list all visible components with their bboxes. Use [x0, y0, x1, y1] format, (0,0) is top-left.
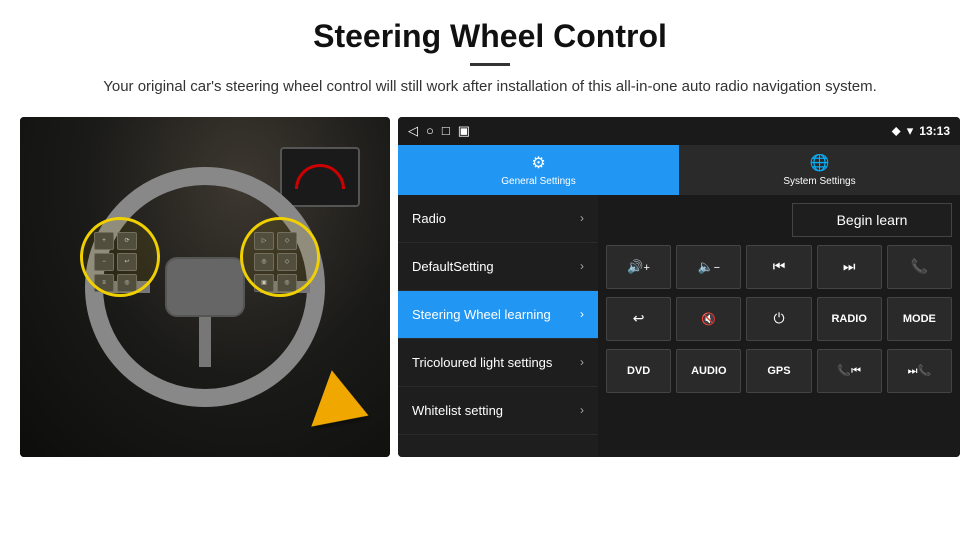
page-header: Steering Wheel Control Your original car…	[0, 0, 980, 109]
mode-button[interactable]: MODE	[887, 297, 952, 341]
power-button[interactable]: ⏻	[746, 297, 811, 341]
steering-wheel-hub	[165, 257, 245, 317]
phone-answer-button[interactable]: 📞	[887, 245, 952, 289]
begin-learn-row: Begin learn	[606, 203, 952, 237]
menu-item-default[interactable]: DefaultSetting ›	[398, 243, 598, 291]
audio-button[interactable]: AUDIO	[676, 349, 741, 393]
vol-up-button[interactable]: 🔊+	[606, 245, 671, 289]
vol-down-button[interactable]: 🔈−	[676, 245, 741, 289]
radio-text-button[interactable]: RADIO	[817, 297, 882, 341]
page-title: Steering Wheel Control	[40, 18, 940, 55]
tab-bar: ⚙ General Settings 🌐 System Settings	[398, 145, 960, 195]
general-settings-icon: ⚙	[531, 153, 545, 173]
tab-system-settings[interactable]: 🌐 System Settings	[679, 145, 960, 195]
arrow-shape	[311, 370, 379, 443]
control-buttons-row1: 🔊+ 🔈− ⏮ ⏭ 📞	[606, 245, 952, 289]
tab-system-label: System Settings	[783, 176, 855, 187]
android-panel: ◁ ○ □ ▣ ⬥ ▾ 13:13 ⚙ General Settings	[398, 117, 960, 457]
audio-label: AUDIO	[691, 365, 726, 377]
begin-learn-button[interactable]: Begin learn	[792, 203, 952, 237]
mute-button[interactable]: 🔇	[676, 297, 741, 341]
menu-tricolour-label: Tricoloured light settings	[412, 355, 552, 370]
dvd-button[interactable]: DVD	[606, 349, 671, 393]
mode-label: MODE	[903, 313, 936, 325]
steering-wheel-panel: + ⟳ − ↩ ≡ ◎ ▷ ◇ ◎ ◇ ▣ ◎	[20, 117, 390, 457]
header-divider	[470, 63, 510, 66]
settings-menu: Radio › DefaultSetting › Steering Wheel …	[398, 195, 598, 457]
menu-item-whitelist[interactable]: Whitelist setting ›	[398, 387, 598, 435]
menu-whitelist-label: Whitelist setting	[412, 403, 503, 418]
status-bar-nav-icons: ◁ ○ □ ▣	[408, 123, 470, 139]
hang-up-icon: ↩	[633, 310, 645, 327]
screenshot-icon: ▣	[458, 123, 470, 139]
highlight-left	[80, 217, 160, 297]
menu-steering-label: Steering Wheel learning	[412, 307, 551, 322]
home-icon: ○	[426, 123, 434, 138]
tel-next-button[interactable]: ⏭📞	[887, 349, 952, 393]
tel-next-icon: ⏭📞	[908, 364, 932, 378]
vol-up-icon: 🔊+	[627, 259, 650, 275]
menu-radio-label: Radio	[412, 211, 446, 226]
page-wrapper: Steering Wheel Control Your original car…	[0, 0, 980, 457]
status-time: 13:13	[919, 124, 950, 138]
recents-icon: □	[442, 123, 450, 138]
control-buttons-row2: ↩ 🔇 ⏻ RADIO MODE	[606, 297, 952, 341]
settings-right-panel: Begin learn 🔊+ 🔈− ⏮	[598, 195, 960, 457]
content-area: + ⟳ − ↩ ≡ ◎ ▷ ◇ ◎ ◇ ▣ ◎	[20, 117, 960, 457]
power-icon: ⏻	[773, 310, 784, 327]
tab-general-label: General Settings	[501, 176, 576, 187]
gauge-hint	[280, 147, 360, 207]
arrow-indicator	[320, 377, 370, 437]
gps-label: GPS	[767, 365, 790, 377]
radio-text-label: RADIO	[831, 313, 866, 325]
gauge-arc	[295, 164, 345, 189]
dvd-label: DVD	[627, 365, 650, 377]
next-track-icon: ⏭	[843, 258, 856, 275]
wifi-icon: ▾	[907, 123, 914, 139]
gps-button[interactable]: GPS	[746, 349, 811, 393]
menu-default-label: DefaultSetting	[412, 259, 494, 274]
menu-whitelist-chevron: ›	[580, 403, 584, 417]
tel-prev-icon: 📞⏮	[837, 364, 861, 378]
system-settings-icon: 🌐	[810, 153, 830, 173]
menu-item-radio[interactable]: Radio ›	[398, 195, 598, 243]
back-icon: ◁	[408, 123, 418, 139]
highlight-right	[240, 217, 320, 297]
menu-item-tricolour[interactable]: Tricoloured light settings ›	[398, 339, 598, 387]
spoke-bottom	[199, 317, 211, 367]
phone-answer-icon: 📞	[911, 258, 928, 275]
next-track-button[interactable]: ⏭	[817, 245, 882, 289]
menu-tricolour-chevron: ›	[580, 355, 584, 369]
menu-default-chevron: ›	[580, 259, 584, 273]
vol-down-icon: 🔈−	[697, 259, 720, 275]
tab-general-settings[interactable]: ⚙ General Settings	[398, 145, 679, 195]
settings-content: Radio › DefaultSetting › Steering Wheel …	[398, 195, 960, 457]
mute-icon: 🔇	[701, 312, 716, 326]
menu-item-steering[interactable]: Steering Wheel learning ›	[398, 291, 598, 339]
status-bar-right: ⬥ ▾ 13:13	[892, 123, 950, 139]
control-buttons-row3: DVD AUDIO GPS 📞⏮ ⏭📞	[606, 349, 952, 393]
status-bar: ◁ ○ □ ▣ ⬥ ▾ 13:13	[398, 117, 960, 145]
menu-steering-chevron: ›	[580, 307, 584, 321]
hang-up-button[interactable]: ↩	[606, 297, 671, 341]
prev-track-icon: ⏮	[773, 258, 786, 275]
page-subtitle: Your original car's steering wheel contr…	[100, 76, 880, 99]
menu-radio-chevron: ›	[580, 211, 584, 225]
tel-prev-button[interactable]: 📞⏮	[817, 349, 882, 393]
prev-track-button[interactable]: ⏮	[746, 245, 811, 289]
location-icon: ⬥	[892, 123, 901, 139]
